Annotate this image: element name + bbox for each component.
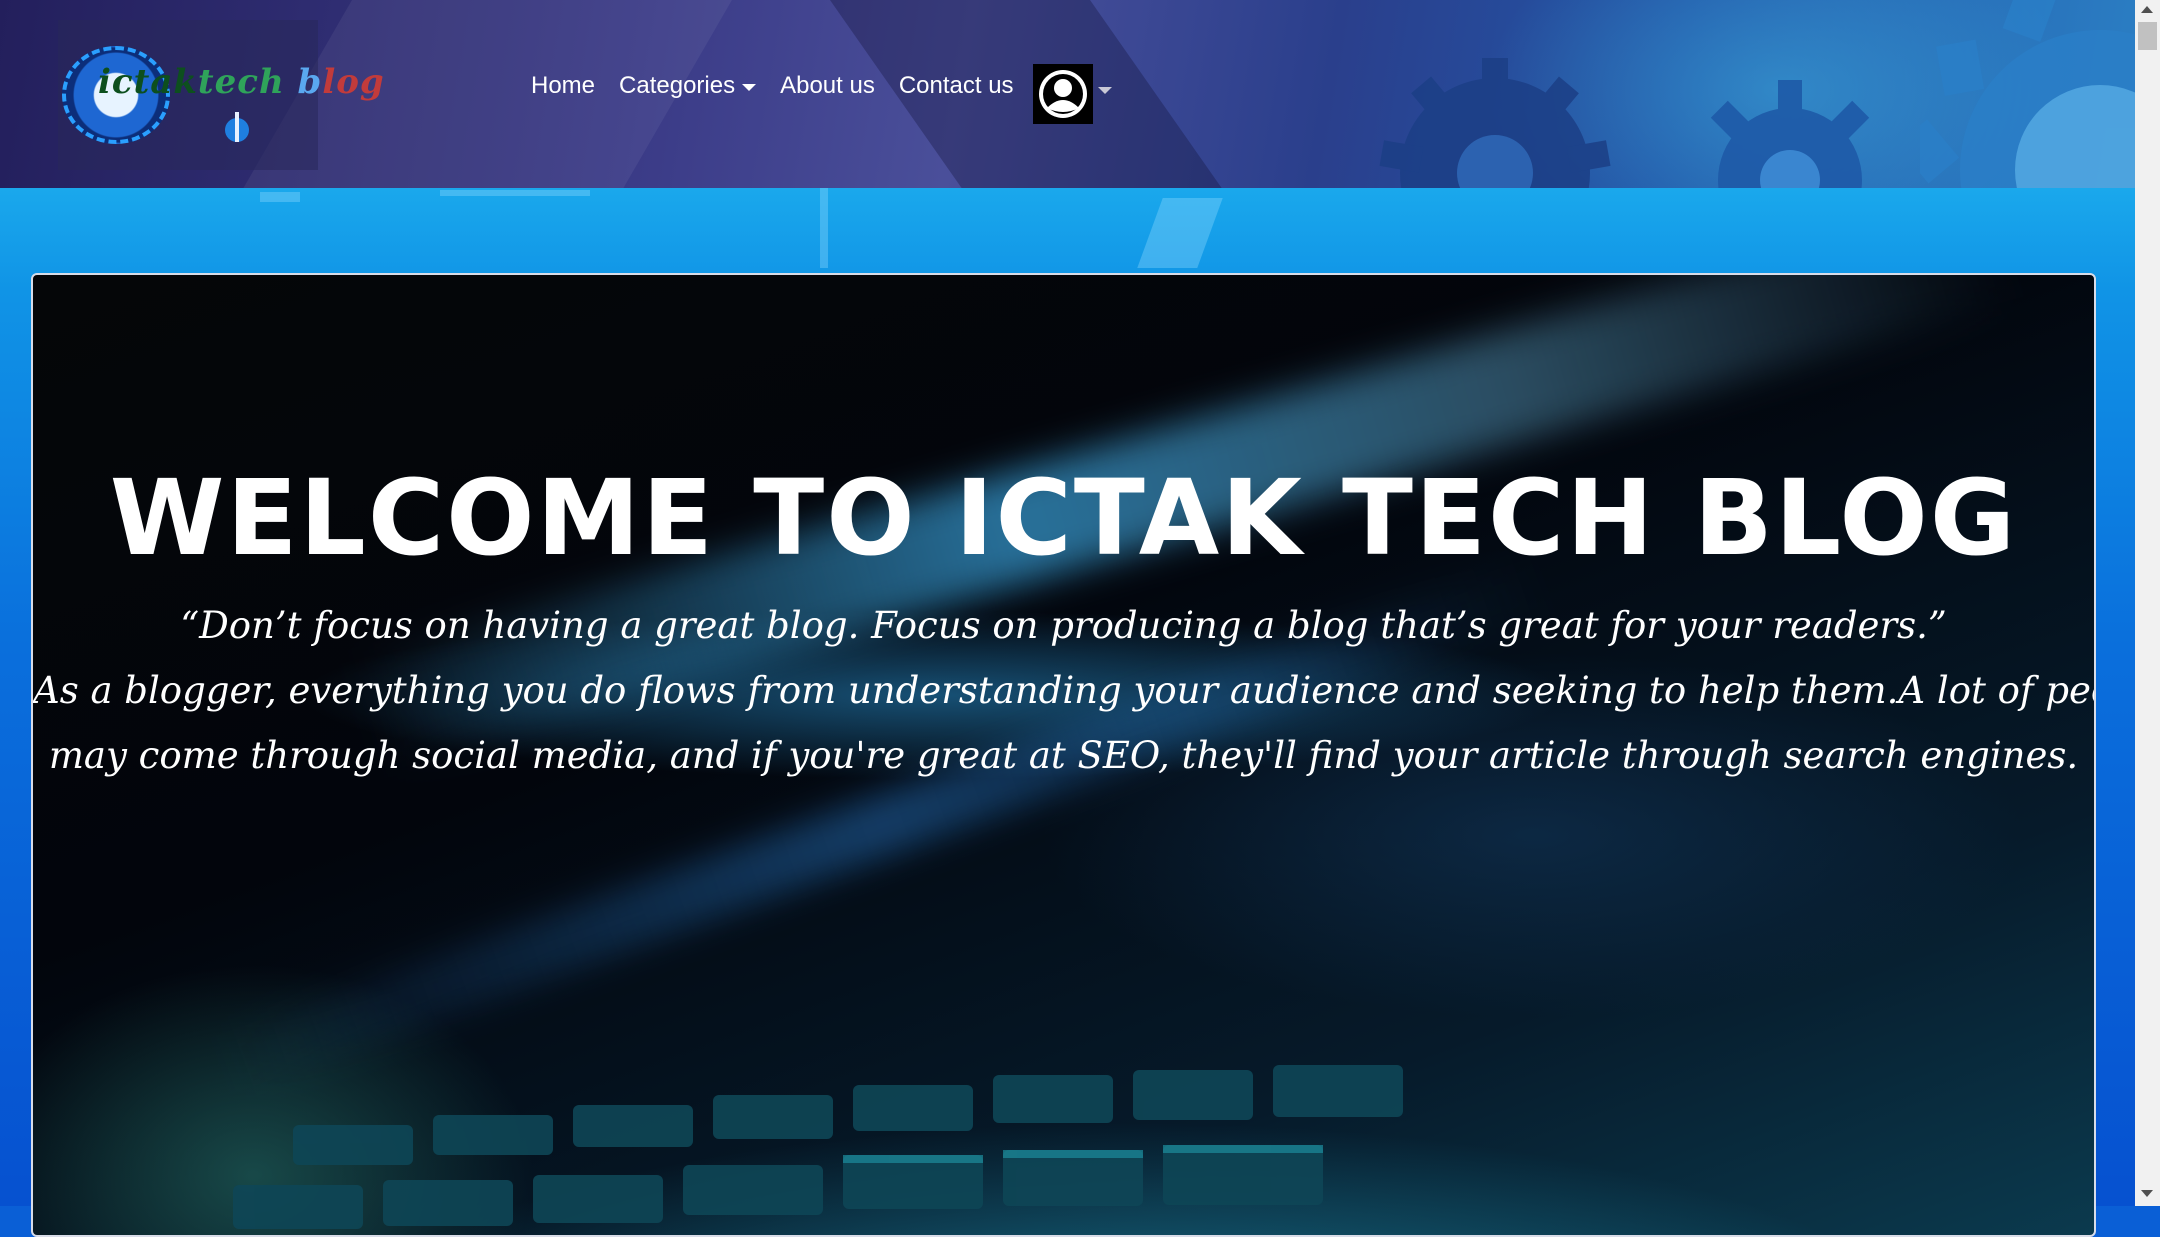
keyboard-image [233,1065,1403,1229]
background-streak [820,188,828,268]
scroll-down-arrow-icon[interactable] [2141,1190,2153,1197]
gear-decoration-icon [1920,0,2135,188]
nav-categories-label: Categories [619,72,736,99]
vertical-scrollbar[interactable] [2135,0,2160,1206]
nav-home-link[interactable]: Home [531,72,595,100]
user-avatar-icon [1039,70,1087,118]
quote-line: may come through social media, and if yo… [48,734,2079,777]
hero-quote: “Don’t focus on having a great blog. Foc… [33,593,2094,788]
user-menu-button[interactable] [1033,64,1093,124]
user-menu-caret-icon[interactable] [1098,87,1112,94]
main-nav: Home Categories About us Contact us [531,66,1038,106]
logo-text-part: ictak [98,62,198,102]
quote-line: “Don’t focus on having a great blog. Foc… [180,604,1947,647]
logo-text-part: b [297,62,323,102]
logo-text: ictaktech blog [98,62,385,102]
quote-line: As a blogger, everything you do flows fr… [33,669,2096,712]
site-header: ictaktech blog Home Categories About us … [0,0,2135,188]
gear-decoration-icon [1379,58,1611,188]
nav-contact-link[interactable]: Contact us [899,72,1014,100]
nav-about-link[interactable]: About us [780,72,875,100]
background-streak [1137,198,1223,268]
logo-text-part: log [322,62,385,102]
logo-text-part: tech [197,62,285,102]
scrollbar-thumb[interactable] [2138,22,2157,50]
gear-decoration-icon [1710,80,1870,188]
scroll-up-arrow-icon[interactable] [2141,6,2153,13]
site-logo[interactable]: ictaktech blog [58,20,384,170]
caret-down-icon [742,83,757,91]
nav-categories-dropdown[interactable]: Categories [619,72,757,100]
hero-banner: WELCOME TO ICTAK TECH BLOG “Don’t focus … [31,273,2096,1237]
background-streak [440,190,590,196]
background-streak [260,192,300,202]
hero-title: WELCOME TO ICTAK TECH BLOG [109,456,2018,579]
logo-drop-icon [225,112,249,142]
